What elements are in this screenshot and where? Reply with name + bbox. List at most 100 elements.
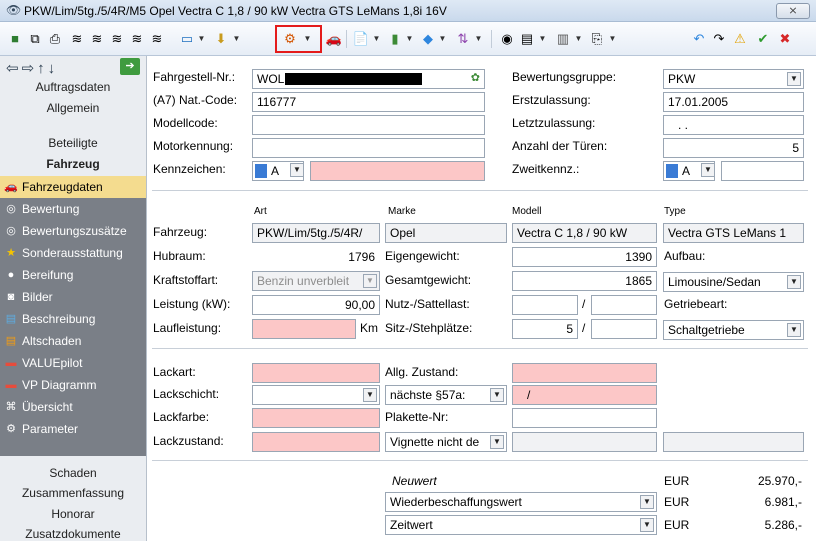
tueren-field[interactable]: 5	[663, 138, 804, 158]
sidebar-item-allgemein[interactable]: Allgemein	[0, 101, 146, 115]
verify-icon[interactable]: ✿	[471, 71, 480, 84]
redo-icon[interactable]: ↷	[710, 30, 728, 48]
chevron-down-icon[interactable]: ▼	[372, 30, 381, 48]
sidebar-item-zusatzdokumente[interactable]: Zusatzdokumente	[0, 527, 146, 541]
camera-icon[interactable]: ◉	[498, 30, 516, 48]
warning-icon[interactable]: ⚠	[731, 30, 749, 48]
chevron-down-icon[interactable]: ▼	[640, 518, 654, 532]
chevron-down-icon[interactable]: ▼	[490, 388, 504, 402]
document-icon[interactable]: 📄	[352, 30, 370, 48]
plakette-field[interactable]	[512, 408, 657, 428]
sidebar-item-beteiligte[interactable]: Beteiligte	[0, 136, 146, 150]
marke-field[interactable]: Opel	[385, 223, 507, 243]
leistung-field[interactable]: 90,00	[252, 295, 380, 315]
chevron-down-icon[interactable]: ▼	[490, 435, 504, 449]
nat-code-field[interactable]: 116777	[252, 92, 485, 112]
vignette-select[interactable]: Vignette nicht de ▼	[385, 432, 507, 452]
car-icon[interactable]: 🚗	[325, 30, 343, 48]
chevron-down-icon[interactable]: ▼	[608, 30, 617, 48]
valuation-icon[interactable]: ⚙	[281, 30, 299, 48]
vignette-field[interactable]	[512, 432, 657, 452]
lackzustand-field[interactable]	[252, 432, 380, 452]
cancel-icon[interactable]: ✖	[776, 30, 794, 48]
gesamtgewicht-field[interactable]: 1865	[512, 271, 657, 291]
lackschicht-select[interactable]: ▼	[252, 385, 380, 405]
aufbau-select[interactable]: Limousine/Sedan ▼	[663, 272, 804, 292]
sattellast-field[interactable]	[591, 295, 657, 315]
tool-icon[interactable]: ≋	[108, 30, 126, 48]
chevron-down-icon[interactable]: ▼	[538, 30, 547, 48]
getriebe-select[interactable]: Schaltgetriebe ▼	[663, 320, 804, 340]
bewertungsgruppe-select[interactable]: PKW ▼	[663, 69, 804, 89]
vignette-extra-field[interactable]	[663, 432, 804, 452]
tool-icon[interactable]: ≋	[148, 30, 166, 48]
page-icon[interactable]: ⎘	[588, 30, 606, 48]
sidebar-item-schaden[interactable]: Schaden	[0, 466, 146, 480]
sidebar-item-bewertung[interactable]: ◎ Bewertung	[0, 198, 146, 220]
lackart-field[interactable]	[252, 363, 380, 383]
kraftstoff-select[interactable]: Benzin unverbleit ▼	[252, 271, 380, 291]
save-icon[interactable]: ■	[6, 30, 24, 48]
sidebar-item-fahrzeug[interactable]: Fahrzeug	[0, 157, 146, 171]
zweitkennz-field[interactable]	[721, 161, 804, 181]
go-forward-button[interactable]: ➔	[120, 58, 140, 75]
chevron-down-icon[interactable]: ▼	[232, 30, 241, 48]
sidebar-item-vp-diagramm[interactable]: ▬ VP Diagramm	[0, 374, 146, 396]
chevron-down-icon[interactable]: ▼	[290, 163, 304, 177]
tag-icon[interactable]: ◆	[419, 30, 437, 48]
check-icon[interactable]: ✔	[754, 30, 772, 48]
laufleistung-field[interactable]	[252, 319, 356, 339]
chevron-down-icon[interactable]: ▼	[363, 274, 377, 288]
chevron-down-icon[interactable]: ▼	[438, 30, 447, 48]
sidebar-item-bewertungszusaetze[interactable]: ◎ Bewertungszusätze	[0, 220, 146, 242]
chevron-down-icon[interactable]: ▼	[701, 163, 715, 177]
erstzulassung-field[interactable]: 17.01.2005	[663, 92, 804, 112]
zeitwert-select[interactable]: Zeitwert ▼	[385, 515, 657, 535]
chevron-down-icon[interactable]: ▼	[787, 323, 801, 337]
zweitkennz-dropdown[interactable]: ▼	[700, 161, 716, 181]
copy-icon[interactable]: ⧉	[26, 30, 44, 48]
type-field[interactable]: Vectra GTS LeMans 1	[663, 223, 804, 243]
letztzulassung-field[interactable]: . .	[663, 115, 804, 135]
modell-field[interactable]: Vectra C 1,8 / 90 kW	[512, 223, 657, 243]
tool-icon[interactable]: ≋	[128, 30, 146, 48]
sidebar-item-honorar[interactable]: Honorar	[0, 507, 146, 521]
nav-arrows-icon[interactable]: ⇦⇨↑↓	[6, 59, 58, 77]
import-icon[interactable]: ⬇	[212, 30, 230, 48]
sort-icon[interactable]: ⇅	[454, 30, 472, 48]
lackfarbe-field[interactable]	[252, 408, 380, 428]
sitz-field[interactable]: 5	[512, 319, 578, 339]
nutzlast-field[interactable]	[512, 295, 578, 315]
tool-icon[interactable]: ≋	[68, 30, 86, 48]
chevron-down-icon[interactable]: ▼	[787, 275, 801, 289]
steh-field[interactable]	[591, 319, 657, 339]
kennzeichen-field[interactable]	[310, 161, 485, 181]
close-button[interactable]: ⨯	[776, 3, 810, 19]
motorkennung-field[interactable]	[252, 138, 485, 158]
hubraum-field[interactable]: 1796	[252, 247, 380, 267]
sidebar-item-fahrzeugdaten[interactable]: 🚗 Fahrzeugdaten	[0, 176, 146, 198]
file-icon[interactable]: ▮	[386, 30, 404, 48]
chevron-down-icon[interactable]: ▼	[197, 30, 206, 48]
naechste-57a-select[interactable]: nächste §57a: ▼	[385, 385, 507, 405]
fahrgestell-field[interactable]: WOL ✿	[252, 69, 485, 89]
sidebar-item-bereifung[interactable]: ● Bereifung	[0, 264, 146, 286]
tool-icon[interactable]: ≋	[88, 30, 106, 48]
display-icon[interactable]: ▤	[518, 30, 536, 48]
wbw-select[interactable]: Wiederbeschaffungswert ▼	[385, 492, 657, 512]
sidebar-item-altschaden[interactable]: ▤ Altschaden	[0, 330, 146, 352]
sidebar-item-parameter[interactable]: ⚙ Parameter	[0, 418, 146, 440]
chevron-down-icon[interactable]: ▼	[363, 388, 377, 402]
allg-zustand-field[interactable]	[512, 363, 657, 383]
chevron-down-icon[interactable]: ▼	[474, 30, 483, 48]
sidebar-item-auftragsdaten[interactable]: Auftragsdaten	[0, 80, 146, 94]
modellcode-field[interactable]	[252, 115, 485, 135]
kennzeichen-dropdown[interactable]: ▼	[289, 161, 305, 181]
chevron-down-icon[interactable]: ▼	[574, 30, 583, 48]
art-field[interactable]: PKW/Lim/5tg./5/4R/	[252, 223, 380, 243]
chevron-down-icon[interactable]: ▼	[787, 72, 801, 86]
sidebar-item-sonderausstattung[interactable]: ★ Sonderausstattung	[0, 242, 146, 264]
print-icon[interactable]: ⎙	[46, 30, 64, 48]
chevron-down-icon[interactable]: ▼	[405, 30, 414, 48]
window-icon[interactable]: ▭	[178, 30, 196, 48]
